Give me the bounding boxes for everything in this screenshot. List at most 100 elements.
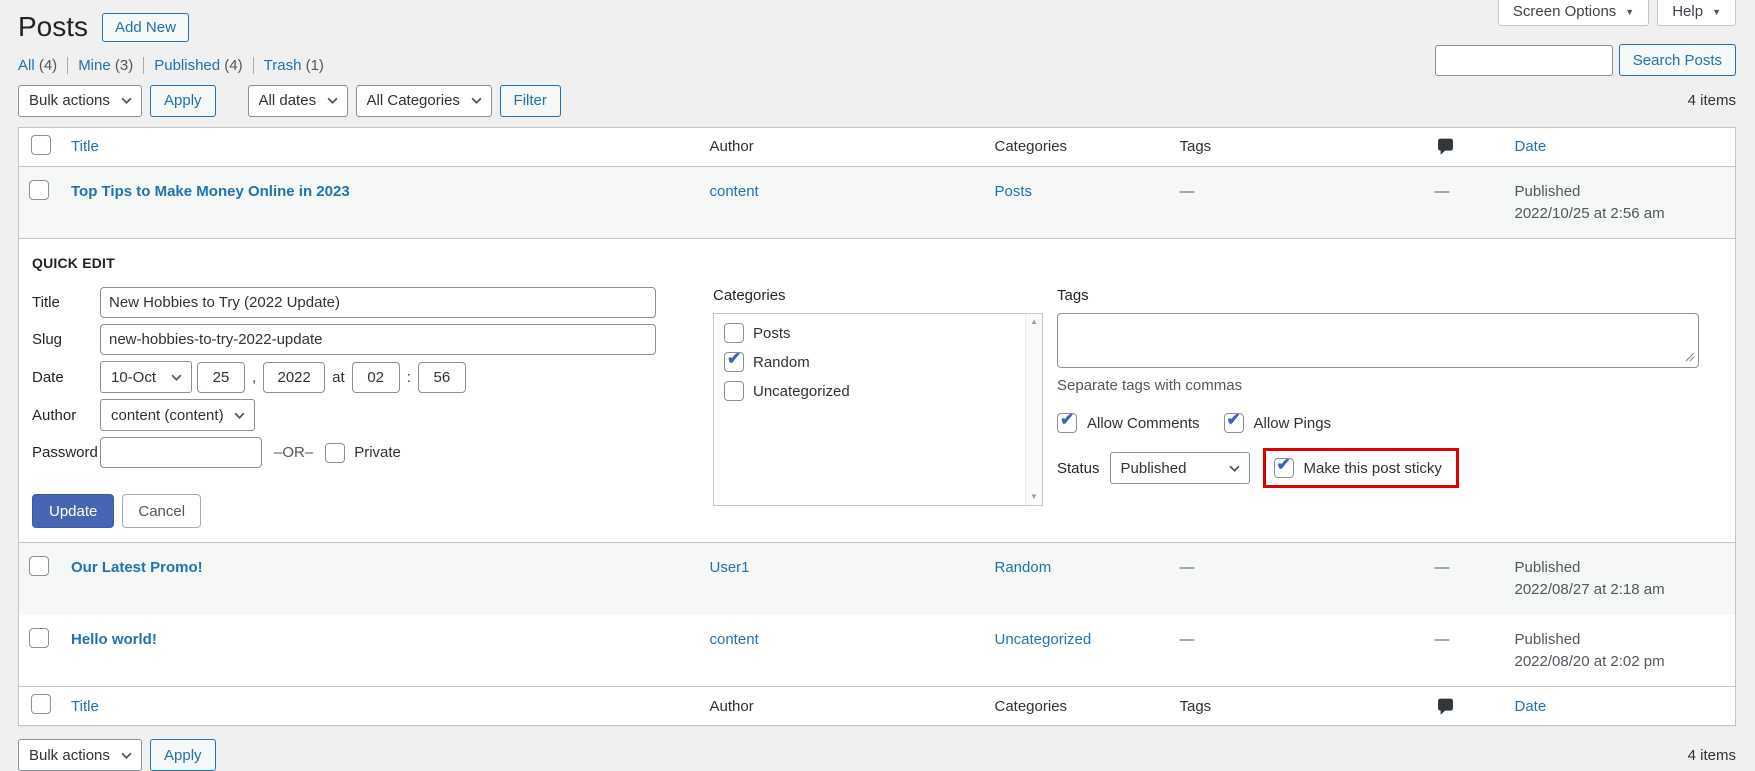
row-checkbox[interactable] bbox=[29, 628, 49, 648]
categories-filter-select[interactable]: All Categories bbox=[356, 85, 492, 117]
category-link[interactable]: Uncategorized bbox=[995, 631, 1092, 648]
post-title-link[interactable]: Top Tips to Make Money Online in 2023 bbox=[71, 183, 350, 200]
allow-pings-checkbox[interactable] bbox=[1224, 413, 1244, 433]
quick-edit-left-column: Title Slug Date 10- bbox=[32, 287, 656, 528]
month-select[interactable]: 10-Oct bbox=[100, 361, 192, 393]
scroll-up-icon[interactable]: ▲ bbox=[1030, 318, 1038, 326]
chevron-down-icon: ▼ bbox=[1712, 7, 1721, 17]
search-input[interactable] bbox=[1435, 45, 1613, 76]
category-checkbox[interactable] bbox=[724, 323, 744, 343]
table-row: Top Tips to Make Money Online in 2023 co… bbox=[19, 166, 1736, 239]
select-all-checkbox[interactable] bbox=[31, 694, 51, 714]
slug-field[interactable] bbox=[100, 324, 656, 355]
year-field[interactable] bbox=[263, 362, 325, 393]
screen-options-button[interactable]: Screen Options ▼ bbox=[1498, 0, 1649, 26]
quick-edit-categories-column: Categories Posts bbox=[713, 287, 1043, 528]
bulk-actions-select[interactable]: Bulk actions bbox=[18, 85, 142, 117]
post-title-link[interactable]: Hello world! bbox=[71, 631, 157, 648]
category-option-label: Posts bbox=[753, 325, 791, 342]
status-select[interactable]: Published bbox=[1110, 452, 1250, 484]
chevron-down-icon: ▼ bbox=[1625, 7, 1634, 17]
date-comma: , bbox=[250, 369, 258, 386]
apply-button[interactable]: Apply bbox=[150, 85, 216, 117]
tags-cell: — bbox=[1170, 615, 1425, 687]
select-all-checkbox[interactable] bbox=[31, 135, 51, 155]
tags-help-text: Separate tags with commas bbox=[1057, 377, 1699, 394]
items-count: 4 items bbox=[1688, 92, 1736, 109]
categories-list-label: Categories bbox=[713, 287, 1043, 304]
sort-date-header[interactable]: Date bbox=[1515, 698, 1547, 715]
help-button[interactable]: Help ▼ bbox=[1657, 0, 1736, 26]
hour-field[interactable] bbox=[352, 362, 400, 393]
author-link[interactable]: User1 bbox=[710, 559, 750, 576]
dates-filter-select[interactable]: All dates bbox=[248, 85, 348, 117]
page-title: Posts bbox=[18, 12, 88, 43]
post-date: 2022/08/27 at 2:18 am bbox=[1515, 579, 1726, 601]
category-link[interactable]: Random bbox=[995, 559, 1052, 576]
add-new-button[interactable]: Add New bbox=[102, 13, 189, 42]
category-option-posts[interactable]: Posts bbox=[724, 323, 1016, 343]
tags-textarea[interactable] bbox=[1057, 313, 1699, 368]
category-link[interactable]: Posts bbox=[995, 183, 1033, 200]
tags-header: Tags bbox=[1170, 687, 1425, 726]
sort-date-header[interactable]: Date bbox=[1515, 138, 1547, 155]
minute-field[interactable] bbox=[418, 362, 466, 393]
view-published-link[interactable]: Published (4) bbox=[154, 57, 242, 74]
table-row: Our Latest Promo! User1 Random — — Publi… bbox=[19, 543, 1736, 615]
title-field-label: Title bbox=[32, 294, 100, 311]
cancel-button[interactable]: Cancel bbox=[122, 494, 201, 528]
category-option-random[interactable]: Random bbox=[724, 352, 1016, 372]
category-option-uncategorized[interactable]: Uncategorized bbox=[724, 381, 1016, 401]
date-cell: Published 2022/08/27 at 2:18 am bbox=[1505, 543, 1736, 615]
category-checkbox[interactable] bbox=[724, 352, 744, 372]
row-checkbox[interactable] bbox=[29, 556, 49, 576]
view-count: (1) bbox=[306, 57, 324, 74]
make-sticky-label: Make this post sticky bbox=[1304, 460, 1442, 477]
filter-button[interactable]: Filter bbox=[500, 85, 561, 117]
comments-icon bbox=[1435, 696, 1456, 717]
comments-cell: — bbox=[1425, 166, 1505, 239]
day-field[interactable] bbox=[197, 362, 245, 393]
sort-title-header[interactable]: Title bbox=[71, 698, 99, 715]
author-header: Author bbox=[700, 687, 985, 726]
make-sticky-checkbox[interactable] bbox=[1274, 458, 1294, 478]
row-checkbox[interactable] bbox=[29, 180, 49, 200]
quick-edit-row: QUICK EDIT Title Slug bbox=[19, 239, 1736, 543]
author-link[interactable]: content bbox=[710, 183, 759, 200]
scroll-down-icon[interactable]: ▼ bbox=[1030, 493, 1038, 501]
author-field-label: Author bbox=[32, 407, 100, 424]
sort-title-header[interactable]: Title bbox=[71, 138, 99, 155]
author-header: Author bbox=[700, 127, 985, 166]
view-count: (4) bbox=[39, 57, 57, 74]
post-title-link[interactable]: Our Latest Promo! bbox=[71, 559, 203, 576]
or-label: –OR– bbox=[272, 444, 315, 461]
allow-comments-checkbox[interactable] bbox=[1057, 413, 1077, 433]
category-option-label: Random bbox=[753, 354, 810, 371]
screen-options-label: Screen Options bbox=[1513, 3, 1616, 20]
view-all-link[interactable]: All (4) bbox=[18, 57, 57, 74]
private-wrap: Private bbox=[325, 443, 401, 463]
view-trash-link[interactable]: Trash (1) bbox=[264, 57, 324, 74]
search-posts-button[interactable]: Search Posts bbox=[1619, 44, 1736, 76]
category-checkbox[interactable] bbox=[724, 381, 744, 401]
date-field-label: Date bbox=[32, 369, 100, 386]
update-button[interactable]: Update bbox=[32, 494, 114, 528]
categories-scrollbar[interactable]: ▲ ▼ bbox=[1025, 314, 1042, 505]
title-field[interactable] bbox=[100, 287, 656, 318]
resize-handle-icon[interactable] bbox=[1685, 352, 1695, 362]
author-link[interactable]: content bbox=[710, 631, 759, 648]
view-mine-link[interactable]: Mine (3) bbox=[78, 57, 133, 74]
password-field[interactable] bbox=[100, 437, 262, 468]
view-count: (4) bbox=[224, 57, 242, 74]
table-row: Hello world! content Uncategorized — — P… bbox=[19, 615, 1736, 687]
dates-filter-select-wrap: All dates bbox=[248, 85, 348, 117]
table-toolbar-bottom: Bulk actions Apply 4 items bbox=[18, 739, 1736, 771]
date-cell: Published 2022/10/25 at 2:56 am bbox=[1505, 166, 1736, 239]
view-label: Mine bbox=[78, 57, 111, 74]
table-footer: Title Author Categories Tags Date bbox=[19, 687, 1736, 726]
view-published: Published (4) bbox=[144, 57, 253, 74]
bulk-actions-select[interactable]: Bulk actions bbox=[18, 739, 142, 771]
author-select[interactable]: content (content) bbox=[100, 399, 255, 431]
private-checkbox[interactable] bbox=[325, 443, 345, 463]
apply-button[interactable]: Apply bbox=[150, 739, 216, 771]
